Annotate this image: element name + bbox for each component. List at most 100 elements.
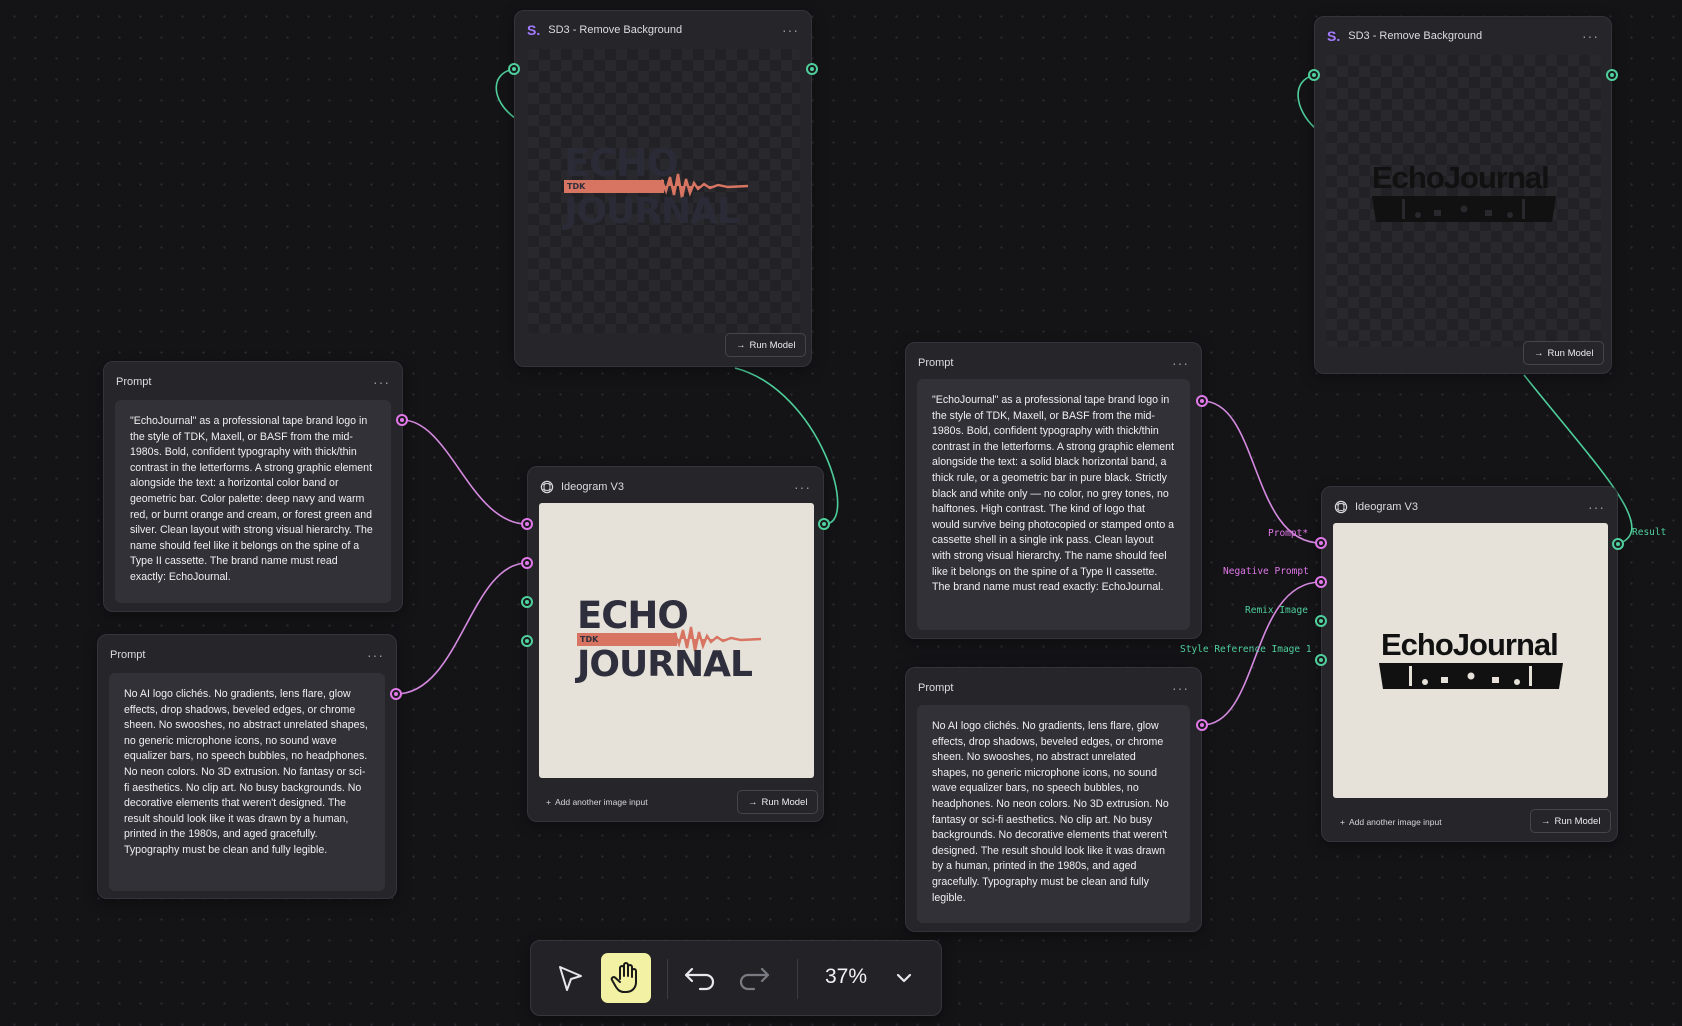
port-label-style-reference: Style Reference Image 1 <box>1180 644 1312 655</box>
node-header[interactable]: Ideogram V3 ··· <box>1322 487 1617 527</box>
logo-echojournal-text: EchoJournal <box>1381 627 1559 662</box>
arrow-right-icon: → <box>748 796 758 808</box>
prompt-node-left-positive[interactable]: Prompt ··· "EchoJournal" as a profession… <box>103 361 403 612</box>
node-header[interactable]: Prompt ··· <box>104 362 402 402</box>
prompt-textarea[interactable]: "EchoJournal" as a professional tape bra… <box>917 379 1190 630</box>
hand-icon <box>610 962 637 993</box>
prompt-textarea[interactable]: "EchoJournal" as a professional tape bra… <box>115 400 391 603</box>
node-header[interactable]: S. SD3 - Remove Background ··· <box>1315 17 1611 55</box>
stability-logo-icon: S. <box>527 22 541 38</box>
port-label-negative-prompt: Negative Prompt <box>1223 566 1309 577</box>
chevron-down-icon <box>896 973 912 983</box>
run-model-button[interactable]: → Run Model <box>1523 341 1605 365</box>
more-options-icon[interactable]: ··· <box>794 479 811 495</box>
output-image: ECHO TDK JOURNAL <box>539 503 814 778</box>
ideogram-2-style-reference-port[interactable] <box>1315 654 1327 666</box>
arrow-right-icon: → <box>1534 347 1544 359</box>
more-options-icon[interactable]: ··· <box>1172 680 1189 696</box>
run-model-label: Run Model <box>761 796 808 808</box>
sd3-1-input-port[interactable] <box>508 63 520 75</box>
ideogram-1-negative-prompt-port[interactable] <box>521 557 533 569</box>
prompt-textarea[interactable]: No AI logo clichés. No gradients, lens f… <box>109 673 385 891</box>
stability-logo-icon: S. <box>1327 28 1341 44</box>
ideogram-logo-icon <box>540 480 554 494</box>
node-header[interactable]: Prompt ··· <box>906 668 1201 708</box>
cassette-bar-icon <box>1372 196 1556 222</box>
ideogram-1-style-reference-port[interactable] <box>521 635 533 647</box>
node-title: SD3 - Remove Background <box>548 24 683 36</box>
run-model-label: Run Model <box>749 339 796 351</box>
run-model-button[interactable]: → Run Model <box>725 333 807 357</box>
zoom-dropdown-button[interactable] <box>879 953 929 1003</box>
sd3-2-output-port[interactable] <box>1606 69 1618 81</box>
sd3-1-output-port[interactable] <box>806 63 818 75</box>
prompt-node-right-negative[interactable]: Prompt ··· No AI logo clichés. No gradie… <box>905 667 1202 932</box>
prompt-textarea[interactable]: No AI logo clichés. No gradients, lens f… <box>917 705 1190 923</box>
node-title: Prompt <box>918 357 954 369</box>
prompt-right-positive-output-port[interactable] <box>1196 395 1208 407</box>
plus-icon: + <box>546 797 551 807</box>
more-options-icon[interactable]: ··· <box>1172 355 1189 371</box>
node-title: SD3 - Remove Background <box>1348 30 1483 42</box>
ideogram-2-result-port[interactable] <box>1612 538 1624 550</box>
ideogram-node-2[interactable]: Ideogram V3 ··· EchoJournal + Add anothe… <box>1321 486 1618 842</box>
logo-journal-text: JOURNAL <box>577 644 753 685</box>
more-options-icon[interactable]: ··· <box>782 22 799 38</box>
node-header[interactable]: S. SD3 - Remove Background ··· <box>515 11 811 49</box>
output-image: ECHO TDK JOURNAL <box>528 49 800 333</box>
ideogram-1-remix-image-port[interactable] <box>521 596 533 608</box>
add-image-input-label: Add another image input <box>1348 817 1442 827</box>
select-tool-button[interactable] <box>545 953 595 1003</box>
sd3-node-1[interactable]: S. SD3 - Remove Background ··· ECHO TDK … <box>514 10 812 367</box>
node-header[interactable]: Ideogram V3 ··· <box>528 467 823 507</box>
ideogram-2-negative-prompt-port[interactable] <box>1315 576 1327 588</box>
prompt-left-positive-output-port[interactable] <box>396 414 408 426</box>
node-header[interactable]: Prompt ··· <box>98 635 396 675</box>
more-options-icon[interactable]: ··· <box>367 647 384 663</box>
plus-icon: + <box>1340 817 1345 827</box>
logo-tdk-text: TDK <box>567 182 586 191</box>
node-title: Prompt <box>918 682 954 694</box>
more-options-icon[interactable]: ··· <box>373 374 390 390</box>
run-model-label: Run Model <box>1554 815 1601 827</box>
port-label-result: Result <box>1632 527 1667 538</box>
ideogram-node-1[interactable]: Ideogram V3 ··· ECHO TDK JOURNAL + Add a… <box>527 466 824 822</box>
node-title: Prompt <box>110 649 146 661</box>
run-model-button[interactable]: → Run Model <box>1530 809 1612 833</box>
toolbar-separator <box>667 959 668 999</box>
prompt-node-right-positive[interactable]: Prompt ··· "EchoJournal" as a profession… <box>905 342 1202 639</box>
add-image-input-label: Add another image input <box>554 797 648 807</box>
pointer-icon <box>559 966 582 991</box>
arrow-right-icon: → <box>1541 815 1551 827</box>
output-image: EchoJournal <box>1326 55 1601 347</box>
redo-icon <box>739 967 770 991</box>
sd3-node-2[interactable]: S. SD3 - Remove Background ··· EchoJourn… <box>1314 16 1612 374</box>
ideogram-1-prompt-port[interactable] <box>521 518 533 530</box>
ideogram-2-prompt-port[interactable] <box>1315 537 1327 549</box>
logo-echojournal-text: EchoJournal <box>1372 160 1550 195</box>
arrow-right-icon: → <box>736 339 746 351</box>
undo-button[interactable] <box>675 953 725 1003</box>
sd3-2-input-port[interactable] <box>1308 69 1320 81</box>
prompt-left-negative-output-port[interactable] <box>390 688 402 700</box>
cassette-bar-icon <box>1379 663 1563 689</box>
output-image: EchoJournal <box>1333 523 1608 798</box>
ideogram-1-result-port[interactable] <box>818 518 830 530</box>
redo-button[interactable] <box>729 953 779 1003</box>
zoom-level-display[interactable]: 37% <box>825 965 867 989</box>
logo-tdk-text: TDK <box>580 635 599 644</box>
node-header[interactable]: Prompt ··· <box>906 343 1201 383</box>
more-options-icon[interactable]: ··· <box>1588 499 1605 515</box>
ideogram-logo-icon <box>1334 500 1348 514</box>
port-label-remix-image: Remix Image <box>1245 605 1308 616</box>
prompt-right-negative-output-port[interactable] <box>1196 719 1208 731</box>
ideogram-2-remix-image-port[interactable] <box>1315 615 1327 627</box>
add-image-input-link[interactable]: + Add another image input <box>546 797 648 807</box>
add-image-input-link[interactable]: + Add another image input <box>1340 817 1442 827</box>
node-title: Ideogram V3 <box>561 481 624 493</box>
more-options-icon[interactable]: ··· <box>1582 28 1599 44</box>
logo-journal-text: JOURNAL <box>564 191 740 232</box>
run-model-button[interactable]: → Run Model <box>737 790 819 814</box>
pan-tool-button[interactable] <box>601 953 651 1003</box>
prompt-node-left-negative[interactable]: Prompt ··· No AI logo clichés. No gradie… <box>97 634 397 899</box>
